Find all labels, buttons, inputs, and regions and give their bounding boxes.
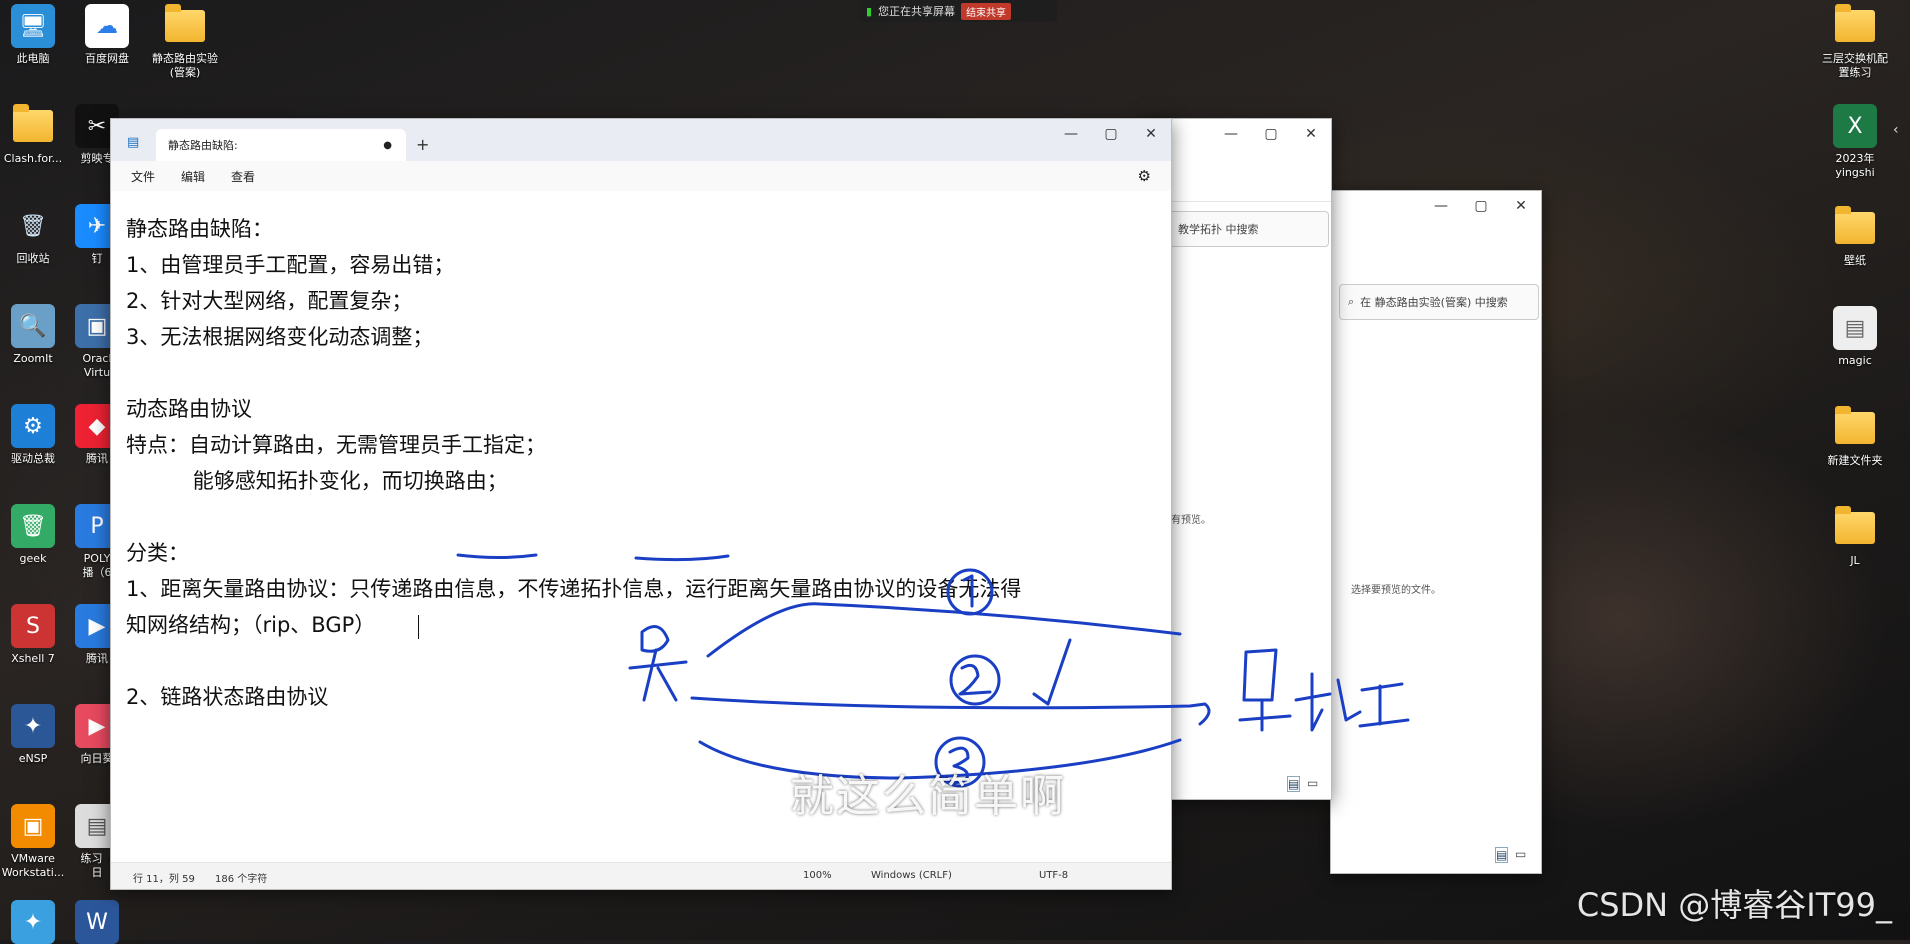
underline-routing-info — [456, 553, 538, 559]
person-glyph-left — [628, 625, 688, 702]
underline-topology-info — [634, 554, 730, 562]
route-arrow-top — [706, 602, 1182, 658]
video-subtitle: 就这么简单啊 — [790, 771, 1066, 822]
csdn-watermark: CSDN @博睿谷IT99_ — [1576, 886, 1892, 924]
destination-glyph-right — [1238, 648, 1410, 732]
checkmark-mark — [1032, 638, 1072, 706]
route-arrow-middle — [690, 696, 1211, 726]
